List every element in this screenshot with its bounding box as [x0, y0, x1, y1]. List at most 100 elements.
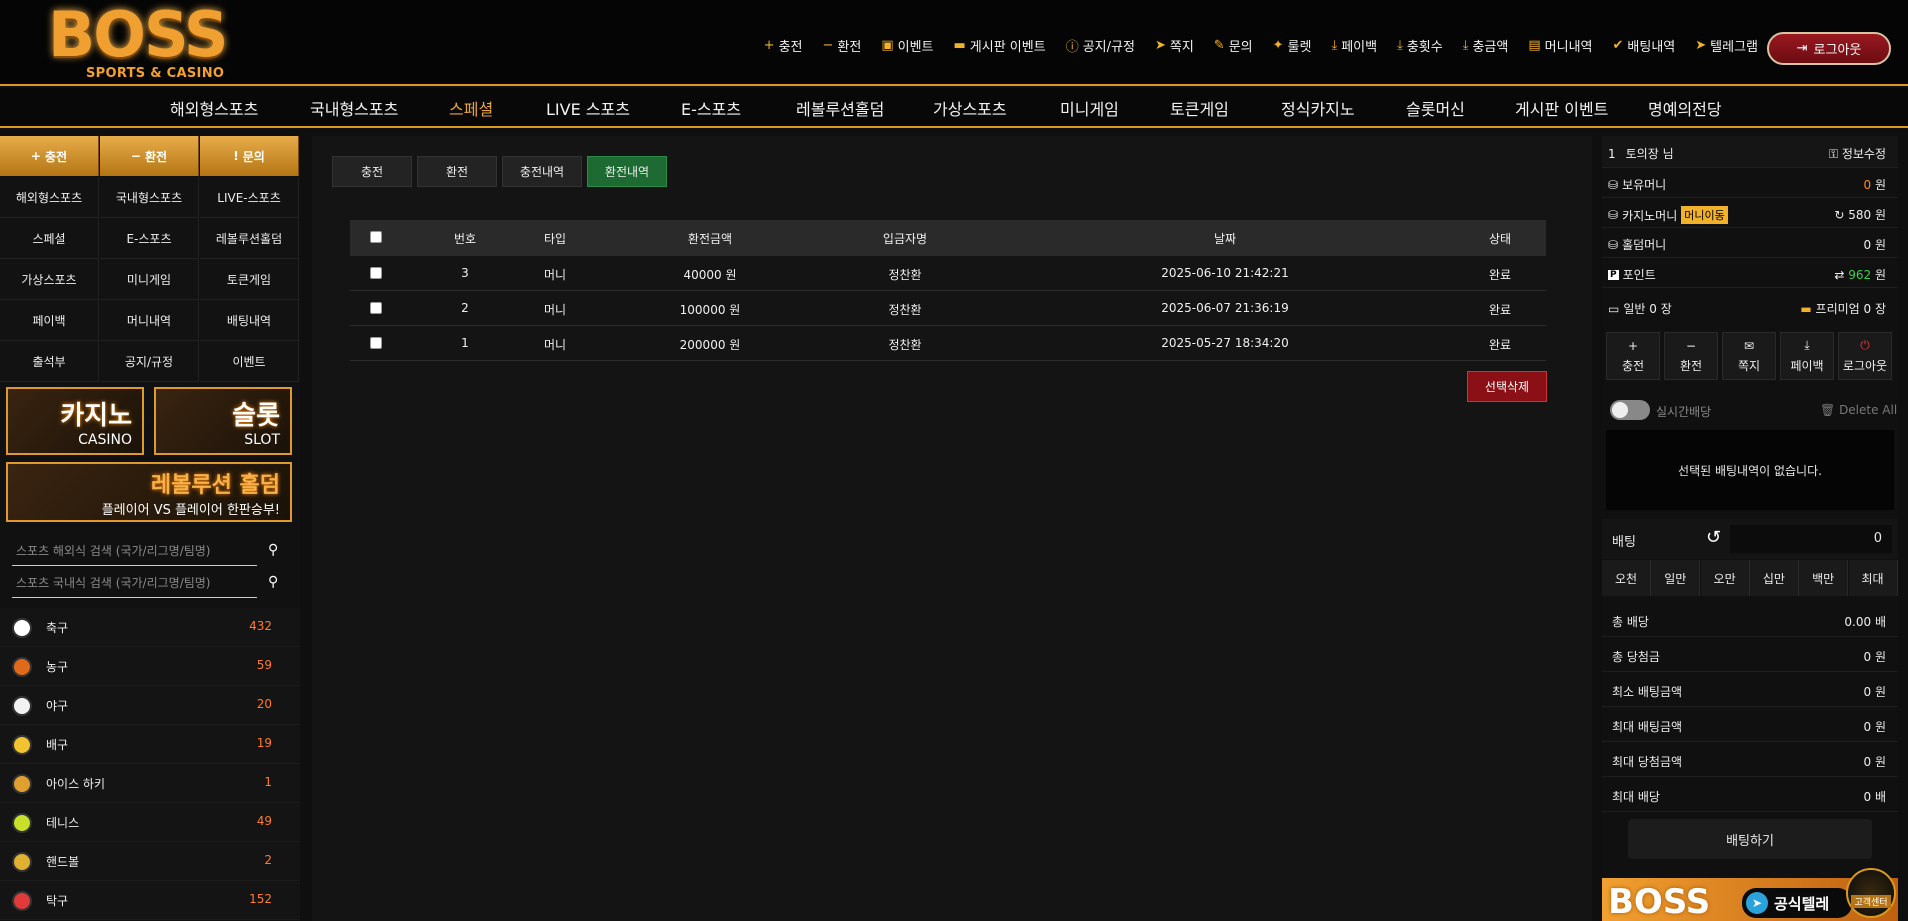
sport-item[interactable]: 야구 20	[0, 686, 300, 725]
amount-button[interactable]: 오만	[1700, 560, 1750, 596]
amount-button[interactable]: 최대	[1848, 560, 1898, 596]
left-menu-item[interactable]: 배팅내역	[200, 300, 299, 341]
left-menu-item[interactable]: 미니게임	[100, 259, 199, 300]
left-menu-item[interactable]: 머니내역	[100, 300, 199, 341]
amount-button[interactable]: 오천	[1602, 560, 1651, 596]
casino-banner[interactable]: 카지노 CASINO	[6, 387, 144, 455]
main-nav-item[interactable]: 명예의전당	[1648, 96, 1722, 120]
top-menu-item[interactable]: ⤓ 충횟수	[1397, 36, 1443, 55]
sport-item[interactable]: 아이스 하키 1	[0, 764, 300, 803]
row-checkbox[interactable]	[370, 267, 382, 279]
top-menu-label: 배팅내역	[1627, 40, 1676, 55]
summary-label: 최소 배팅금액	[1612, 685, 1683, 699]
sport-item[interactable]: 농구 59	[0, 647, 300, 686]
left-menu-item[interactable]: 레볼루션홀덤	[200, 218, 299, 259]
delete-selected-button[interactable]: 선택삭제	[1467, 371, 1547, 402]
top-menu-item[interactable]: ▤ 머니내역	[1528, 36, 1592, 55]
domestic-search-input[interactable]	[12, 570, 257, 596]
search-icon[interactable]: ⚲	[268, 574, 278, 590]
main-nav-item[interactable]: E-스포츠	[681, 96, 741, 120]
top-menu-item[interactable]: ✦ 룰렛	[1273, 36, 1312, 55]
sport-item[interactable]: 핸드볼 2	[0, 842, 300, 881]
left-menu-item[interactable]: E-스포츠	[100, 218, 199, 259]
row-checkbox[interactable]	[370, 337, 382, 349]
top-menu-item[interactable]: ✔ 배팅내역	[1613, 36, 1676, 55]
tab-0[interactable]: 충전	[332, 156, 412, 187]
main-nav-item[interactable]: 정식카지노	[1281, 96, 1355, 120]
left-inquiry-button[interactable]: ! 문의	[200, 136, 299, 176]
logout-button[interactable]: ⇥ 로그아웃	[1767, 32, 1891, 65]
quick-action-button[interactable]: + 충전	[1606, 332, 1660, 380]
top-menu-item[interactable]: ➤ 쪽지	[1155, 36, 1194, 55]
holdem-banner-title: 레볼루션 홀덤	[150, 472, 280, 498]
top-menu-item[interactable]: ▬ 게시판 이벤트	[954, 36, 1046, 55]
amount-button[interactable]: 백만	[1799, 560, 1849, 596]
quick-action-button[interactable]: − 환전	[1664, 332, 1718, 380]
reset-icon[interactable]: ↺	[1706, 527, 1721, 548]
bet-amount-input[interactable]: 0	[1730, 525, 1892, 553]
top-menu-item[interactable]: ➤ 텔레그램	[1695, 36, 1758, 55]
money-move-button[interactable]: 머니이동	[1681, 206, 1728, 224]
exchange-icon[interactable]: ⇄	[1834, 268, 1844, 282]
left-menu-item[interactable]: 가상스포츠	[0, 259, 99, 300]
row-checkbox[interactable]	[370, 302, 382, 314]
search-icon[interactable]: ⚲	[268, 542, 278, 558]
left-menu-item[interactable]: 스페셜	[0, 218, 99, 259]
sport-item[interactable]: 테니스 49	[0, 803, 300, 842]
left-menu-item[interactable]: 해외형스포츠	[0, 177, 99, 218]
header-number: 번호	[453, 232, 477, 246]
top-menu-item[interactable]: ⤓ 충금액	[1463, 36, 1509, 55]
quick-action-button[interactable]: ⏻ 로그아웃	[1838, 332, 1892, 380]
edit-info-link[interactable]: ⚿ 정보수정	[1829, 145, 1886, 162]
overseas-search-input[interactable]	[12, 538, 257, 564]
main-nav-item[interactable]: 해외형스포츠	[170, 96, 258, 120]
left-charge-button[interactable]: + 충전	[0, 136, 99, 176]
quick-action-button[interactable]: ✉ 쪽지	[1722, 332, 1776, 380]
left-menu-item[interactable]: 공지/규정	[100, 341, 199, 382]
main-nav-item[interactable]: 미니게임	[1060, 96, 1119, 120]
sport-item[interactable]: 탁구 152	[0, 881, 300, 920]
top-menu-item[interactable]: + 충전	[764, 36, 803, 55]
delete-all-button[interactable]: 🗑 Delete All	[1820, 403, 1897, 417]
select-all-checkbox[interactable]	[370, 231, 382, 243]
holdem-money-value: 0 원	[1863, 238, 1887, 252]
main-nav-item[interactable]: 게시판 이벤트	[1515, 96, 1608, 120]
slot-banner[interactable]: 슬롯 SLOT	[154, 387, 292, 455]
boss-logo[interactable]: BOSS SPORTS & CASINO	[48, 0, 254, 86]
left-menu-item[interactable]: 이벤트	[200, 341, 299, 382]
quick-action-button[interactable]: ⤓ 페이백	[1780, 332, 1834, 380]
tab-1[interactable]: 환전	[417, 156, 497, 187]
main-nav-item[interactable]: LIVE 스포츠	[546, 96, 630, 120]
main-nav-item[interactable]: 슬롯머신	[1406, 96, 1465, 120]
left-menu-item[interactable]: 출석부	[0, 341, 99, 382]
top-menu-item[interactable]: ✎ 문의	[1214, 36, 1253, 55]
holdem-banner[interactable]: 레볼루션 홀덤 플레이어 VS 플레이어 한판승부!	[6, 462, 292, 522]
main-nav-item[interactable]: 가상스포츠	[933, 96, 1007, 120]
info-icon: ⓘ	[1065, 40, 1079, 55]
telegram-banner[interactable]: ➤ 공식텔레	[1742, 888, 1852, 918]
sport-item[interactable]: 축구 432	[0, 608, 300, 647]
amount-button[interactable]: 십만	[1749, 560, 1799, 596]
support-badge[interactable]: 고객센터	[1846, 868, 1896, 918]
refresh-icon[interactable]: ↻	[1834, 208, 1844, 222]
place-bet-button[interactable]: 배팅하기	[1628, 819, 1872, 859]
left-menu-item[interactable]: 토큰게임	[200, 259, 299, 300]
realtime-toggle[interactable]	[1610, 400, 1650, 420]
main-nav-item[interactable]: 국내형스포츠	[310, 96, 398, 120]
left-exchange-button[interactable]: − 환전	[100, 136, 199, 176]
left-menu-item[interactable]: LIVE-스포츠	[200, 177, 299, 218]
main-nav-item[interactable]: 토큰게임	[1170, 96, 1229, 120]
main-nav-item[interactable]: 레볼루션홀덤	[796, 96, 884, 120]
main-nav-item[interactable]: 스페셜	[449, 96, 493, 120]
left-menu-item[interactable]: 페이백	[0, 300, 99, 341]
sport-item[interactable]: 배구 19	[0, 725, 300, 764]
top-menu-item[interactable]: ⓘ 공지/규정	[1066, 36, 1135, 55]
amount-button[interactable]: 일만	[1651, 560, 1701, 596]
tab-2[interactable]: 충전내역	[502, 156, 582, 187]
top-menu-item[interactable]: − 환전	[822, 36, 861, 55]
tab-3[interactable]: 환전내역	[587, 156, 667, 187]
top-menu-item[interactable]: ▣ 이벤트	[881, 36, 933, 55]
top-menu-label: 환전	[837, 40, 862, 55]
left-menu-item[interactable]: 국내형스포츠	[100, 177, 199, 218]
top-menu-item[interactable]: ⤓ 페이백	[1331, 36, 1377, 55]
